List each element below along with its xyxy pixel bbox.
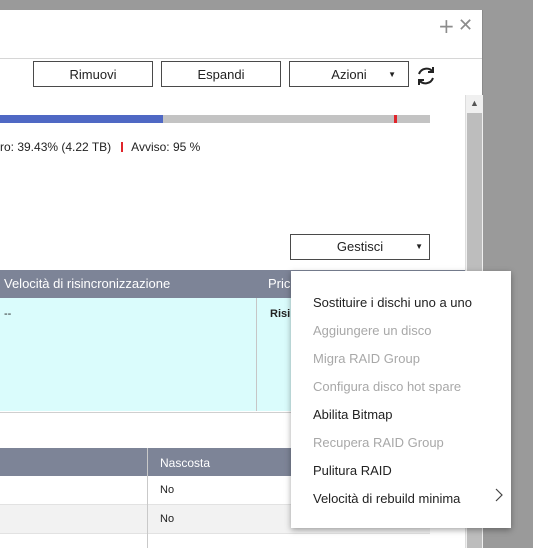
remove-button-label: Rimuovi: [69, 67, 117, 82]
capacity-usage-text: ro: 39.43% (4.22 TB) Avviso: 95 %: [0, 140, 200, 154]
manage-dropdown[interactable]: Gestisci ▼: [290, 234, 430, 260]
capacity-bar: [0, 115, 430, 123]
warning-threshold-label: Avviso: 95 %: [131, 140, 201, 154]
expand-button-label: Espandi: [197, 67, 245, 82]
expand-button[interactable]: Espandi: [161, 61, 281, 87]
close-icon[interactable]: ✕: [458, 15, 473, 36]
scroll-up-icon[interactable]: ▲: [466, 95, 483, 112]
column-header: Velocità di risincronizzazione: [4, 276, 171, 291]
caret-down-icon: ▼: [415, 242, 423, 251]
titlebar: + ✕: [0, 10, 482, 59]
chevron-right-icon: [495, 488, 503, 502]
menu-item-recover-raid[interactable]: Recupera RAID Group: [313, 435, 444, 450]
capacity-warning-marker: [394, 115, 397, 123]
actions-dropdown-label: Azioni: [331, 67, 367, 82]
menu-item-add-disk[interactable]: Aggiungere un disco: [313, 323, 432, 338]
menu-item-migrate-raid[interactable]: Migra RAID Group: [313, 351, 420, 366]
caret-down-icon: ▼: [388, 70, 396, 79]
table-cell: Risi: [270, 308, 291, 320]
column-divider: [147, 448, 148, 548]
warning-indicator: [121, 142, 124, 152]
column-divider: [256, 298, 257, 411]
column-header: Nascosta: [160, 456, 211, 470]
used-capacity-label: ro: 39.43% (4.22 TB): [0, 140, 112, 154]
menu-item-hot-spare[interactable]: Configura disco hot spare: [313, 379, 461, 394]
table-cell: No: [160, 484, 175, 496]
column-header: Pric: [268, 276, 291, 291]
actions-dropdown[interactable]: Azioni ▼: [289, 61, 409, 87]
capacity-used-fill: [0, 115, 163, 123]
table-cell: --: [4, 308, 12, 320]
remove-button[interactable]: Rimuovi: [33, 61, 153, 87]
menu-item-raid-scrubbing[interactable]: Pulitura RAID: [313, 463, 392, 478]
manage-menu: Sostituire i dischi uno a uno Aggiungere…: [291, 271, 511, 528]
plus-icon[interactable]: +: [438, 14, 455, 38]
menu-item-enable-bitmap[interactable]: Abilita Bitmap: [313, 407, 392, 422]
manage-dropdown-label: Gestisci: [336, 239, 384, 254]
refresh-icon[interactable]: [414, 64, 438, 88]
menu-item-min-rebuild-speed[interactable]: Velocità di rebuild minima: [313, 491, 460, 506]
menu-item-replace-disks[interactable]: Sostituire i dischi uno a uno: [313, 295, 472, 310]
table-cell: No: [160, 513, 175, 525]
